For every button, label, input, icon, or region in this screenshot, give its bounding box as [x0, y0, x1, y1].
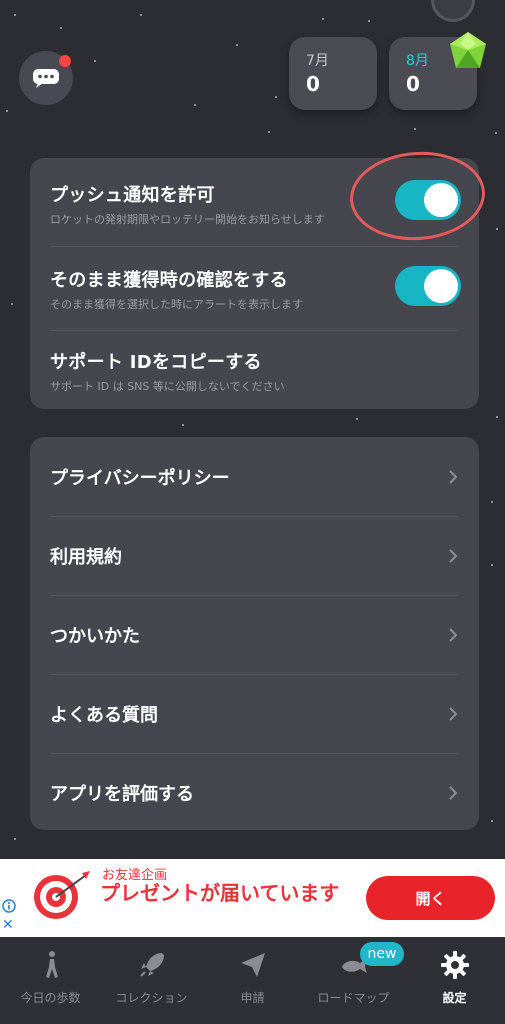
bottom-tab-bar: 今日の歩数 コレクション 申請 ロードマップ 設定: [0, 937, 505, 1024]
chevron-right-icon: [449, 628, 458, 642]
tab-label: 申請: [240, 991, 265, 1005]
chevron-right-icon: [449, 786, 458, 800]
rocket-icon: [139, 953, 164, 977]
month-card-july[interactable]: 7月 0: [289, 37, 377, 110]
divider: [50, 330, 459, 331]
setting-title: サポート IDをコピーする: [50, 352, 262, 373]
setting-description: そのまま獲得を選択した時にアラートを表示します: [50, 298, 303, 311]
walking-person-icon: [45, 951, 58, 978]
tab-settings[interactable]: 設定: [404, 945, 505, 1020]
notification-dot: [59, 55, 71, 67]
link-label: アプリを評価する: [50, 784, 194, 805]
bullseye-target-icon: [34, 871, 90, 919]
link-privacy-policy[interactable]: プライバシーポリシー: [50, 437, 459, 516]
tab-label: 今日の歩数: [20, 991, 81, 1005]
tab-label: ロードマップ: [317, 991, 390, 1005]
divider: [50, 246, 459, 247]
confirm-on-acquire-toggle[interactable]: [395, 266, 461, 306]
top-right-decoration: [431, 0, 475, 22]
copy-support-id-setting[interactable]: サポート IDをコピーする サポート ID は SNS 等に公開しないでください: [50, 348, 459, 394]
tab-label: コレクション: [115, 991, 188, 1005]
tab-steps[interactable]: 今日の歩数: [0, 945, 101, 1020]
link-label: 利用規約: [50, 547, 122, 568]
chat-button[interactable]: [19, 51, 73, 105]
ad-banner[interactable]: ✕ お友達企画 プレゼントが届いています 開く: [0, 859, 505, 937]
chevron-right-icon: [449, 707, 458, 721]
link-faq[interactable]: よくある質問: [50, 674, 459, 753]
tab-apply[interactable]: 申請: [202, 945, 303, 1020]
green-gem-icon[interactable]: [446, 30, 490, 74]
chevron-right-icon: [449, 469, 458, 484]
month-label: 7月: [306, 53, 329, 69]
month-value: 0: [406, 72, 420, 96]
paper-plane-icon: [240, 953, 265, 977]
ad-open-button[interactable]: 開く: [366, 876, 495, 920]
chat-bubble-icon: [33, 69, 59, 88]
link-rate-app[interactable]: アプリを評価する: [50, 753, 459, 832]
ad-info-icon[interactable]: [2, 899, 16, 913]
new-badge: new: [360, 942, 404, 966]
tab-collection[interactable]: コレクション: [101, 945, 202, 1020]
links-panel: プライバシーポリシー 利用規約 つかいかた よくある質問 アプリを評価する: [30, 437, 479, 830]
ad-close-icon[interactable]: ✕: [2, 917, 14, 933]
link-terms[interactable]: 利用規約: [50, 516, 459, 595]
settings-panel: プッシュ通知を許可 ロケットの発射期限やロッテリー開始をお知らせします そのまま…: [30, 147, 488, 409]
toggle-knob: [424, 269, 458, 303]
ad-headline: プレゼントが届いています: [100, 881, 340, 905]
link-how-to-use[interactable]: つかいかた: [50, 595, 459, 674]
link-label: つかいかた: [50, 626, 140, 647]
link-label: プライバシーポリシー: [50, 467, 230, 489]
gear-icon: [440, 951, 469, 979]
tab-label: 設定: [442, 991, 467, 1005]
link-label: よくある質問: [50, 705, 158, 726]
highlight-annotation-circle: [347, 147, 488, 245]
chevron-right-icon: [449, 549, 458, 563]
setting-description: サポート ID は SNS 等に公開しないでください: [50, 380, 285, 393]
month-value: 0: [306, 72, 320, 96]
